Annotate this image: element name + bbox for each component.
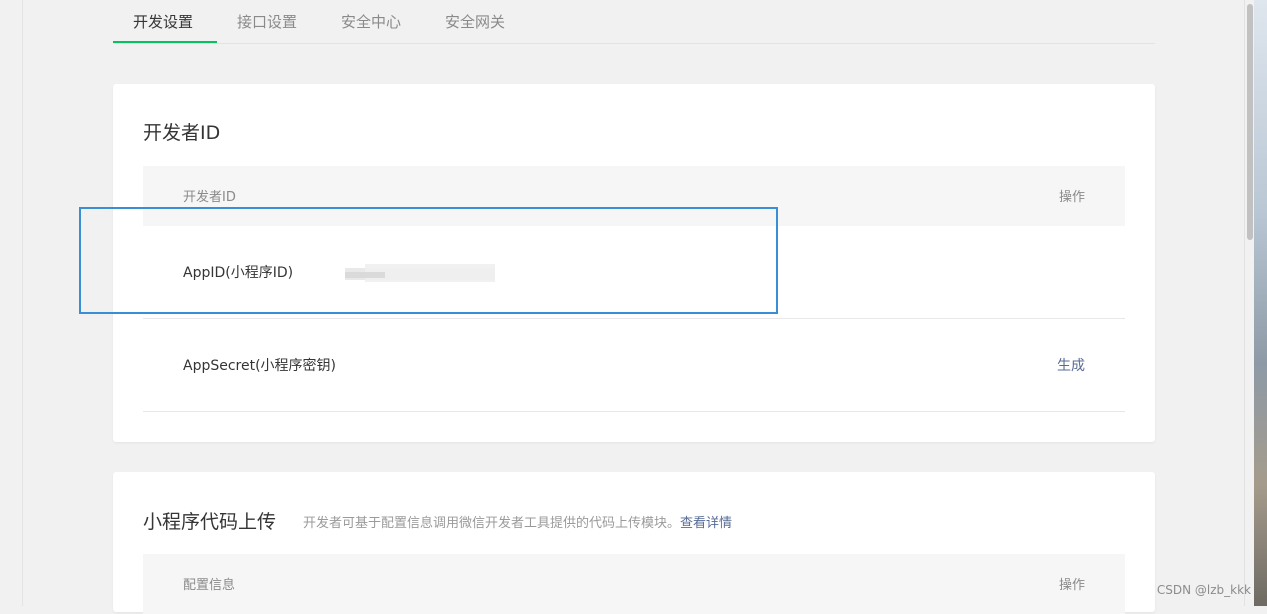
code-upload-description-text: 开发者可基于配置信息调用微信开发者工具提供的代码上传模块。	[303, 516, 681, 531]
header-developer-id: 开发者ID	[183, 190, 236, 205]
watermark: CSDN @lzb_kkk	[1156, 583, 1251, 597]
table-row-appsecret: AppSecret(小程序密钥) 生成	[143, 319, 1125, 412]
desktop-background-strip	[1254, 0, 1267, 606]
code-upload-description: 开发者可基于配置信息调用微信开发者工具提供的代码上传模块。查看详情	[303, 512, 732, 531]
settings-tabs: 开发设置 接口设置 安全中心 安全网关	[113, 0, 1155, 44]
developer-id-title: 开发者ID	[143, 122, 221, 144]
tab-security-center[interactable]: 安全中心	[341, 11, 401, 32]
view-details-link[interactable]: 查看详情	[680, 516, 732, 531]
header-config-info: 配置信息	[183, 578, 236, 593]
appid-label: AppID(小程序ID)	[183, 265, 294, 281]
header-action: 操作	[1058, 578, 1085, 593]
header-action: 操作	[1058, 190, 1085, 205]
active-tab-indicator	[113, 41, 217, 43]
generate-button[interactable]: 生成	[1057, 355, 1085, 375]
tab-security-gateway[interactable]: 安全网关	[445, 11, 505, 32]
config-table-header: 配置信息 操作	[143, 554, 1125, 614]
developer-id-table-header: 开发者ID 操作	[143, 166, 1125, 226]
tab-api-settings[interactable]: 接口设置	[237, 11, 297, 32]
appsecret-label: AppSecret(小程序密钥)	[183, 358, 337, 374]
tab-dev-settings[interactable]: 开发设置	[133, 11, 193, 32]
table-row-appid: AppID(小程序ID)	[143, 226, 1125, 319]
code-upload-title: 小程序代码上传	[143, 511, 277, 533]
left-rail	[0, 0, 23, 606]
code-upload-card: 小程序代码上传 开发者可基于配置信息调用微信开发者工具提供的代码上传模块。查看详…	[113, 472, 1155, 614]
developer-id-card: 开发者ID 开发者ID 操作 AppID(小程序ID) AppSecret(小程…	[113, 84, 1155, 442]
appid-value-redacted	[345, 260, 495, 286]
main-content: 开发设置 接口设置 安全中心 安全网关 开发者ID 开发者ID 操作 AppID…	[113, 0, 1155, 614]
scrollbar-thumb[interactable]	[1247, 4, 1253, 240]
